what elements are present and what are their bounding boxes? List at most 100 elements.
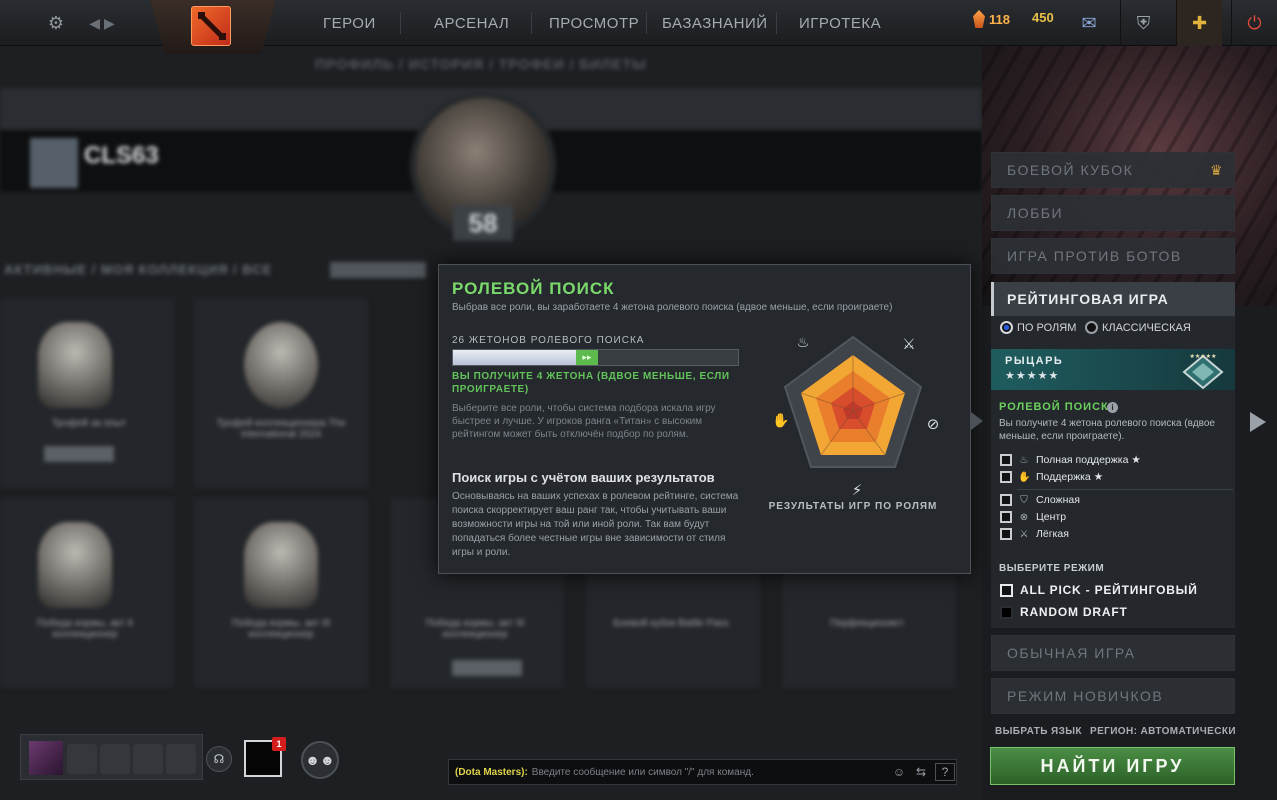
hard-support-icon: ♨	[797, 335, 810, 351]
lobby-label: ЛОББИ	[1007, 205, 1064, 221]
role-mid[interactable]: ⊗ Центр	[1000, 511, 1066, 523]
bots-button[interactable]: ИГРА ПРОТИВ БОТОВ	[991, 238, 1235, 274]
trophy-icon: ♛	[1209, 162, 1224, 178]
rank-name: РЫЦАРЬ	[1005, 355, 1064, 367]
party-slot[interactable]	[166, 744, 196, 774]
checkbox[interactable]	[1000, 583, 1013, 597]
find-game-button[interactable]: НАЙТИ ИГРУ	[990, 747, 1235, 785]
dota-logo[interactable]	[191, 6, 231, 46]
mail-icon[interactable]: ✉	[1066, 0, 1112, 46]
dota-client: ПРОФИЛЬ / ИСТОРИЯ / ТРОФЕИ / БИЛЕТЫ CLS6…	[0, 0, 1277, 800]
party-slot[interactable]	[133, 744, 163, 774]
chat-input[interactable]: (Dota Masters): Введите сообщение или си…	[448, 759, 957, 785]
role-divider	[1017, 489, 1233, 490]
shards-value: 118	[989, 11, 1010, 27]
party-avatar[interactable]	[29, 741, 63, 775]
trophy-caption: Победа кормы, акт III коллекционер	[231, 618, 331, 640]
checkbox[interactable]	[1000, 471, 1012, 483]
normal-game-button[interactable]: ОБЫЧНАЯ ИГРА	[991, 635, 1235, 671]
role-hard-support[interactable]: ♨ Полная поддержка ★	[1000, 454, 1141, 466]
trophy-caption: Победа кормы, акт III коллекционер	[425, 618, 525, 640]
expand-arrow-icon[interactable]	[1250, 412, 1266, 432]
checkbox[interactable]	[1000, 494, 1012, 506]
role-label: Центр	[1036, 511, 1067, 523]
shards-counter[interactable]: 118	[973, 10, 1010, 28]
tokens-progress-bar: ▸▸	[452, 349, 739, 366]
radio-classic[interactable]: КЛАССИЧЕСКАЯ	[1085, 321, 1191, 334]
role-search-desc: Вы получите 4 жетона ролевого поиска (вд…	[999, 418, 1215, 442]
newbie-mode-button[interactable]: РЕЖИМ НОВИЧКОВ	[991, 678, 1235, 714]
checkbox[interactable]	[1000, 528, 1012, 540]
tooltip-desc: Выберите все роли, чтобы система подбора…	[452, 403, 716, 440]
nav-arcade[interactable]: ИГРОТЕКА	[799, 0, 881, 46]
tokens-label: 26 ЖЕТОНОВ РОЛЕВОГО ПОИСКА	[452, 335, 645, 346]
role-carry[interactable]: ⚔ Лёгкая	[1000, 528, 1069, 540]
checkbox[interactable]	[1000, 511, 1012, 523]
party-slot[interactable]	[67, 744, 97, 774]
trophy-caption: Боевой кубок Battle Pass	[613, 618, 729, 629]
trophy-button	[44, 446, 114, 462]
region-link[interactable]: РЕГИОН: АВТОМАТИЧЕСКИ	[1090, 726, 1236, 737]
trophy-caption: Перфекционист	[829, 618, 905, 629]
shard-icon	[973, 10, 985, 28]
info-icon[interactable]: i	[1107, 402, 1118, 413]
role-soft-support[interactable]: ✋ Поддержка ★	[1000, 471, 1103, 483]
language-link[interactable]: ВЫБРАТЬ ЯЗЫК	[995, 726, 1082, 737]
rank-stars: ★★★★★	[1005, 370, 1060, 382]
role-search-title: РОЛЕВОЙ ПОИСК	[999, 401, 1109, 413]
lobby-button[interactable]: ЛОББИ	[991, 195, 1235, 231]
mode-random-draft[interactable]: RANDOM DRAFT	[1000, 605, 1128, 619]
nav-arsenal[interactable]: АРСЕНАЛ	[434, 0, 509, 46]
chat-settings-icon[interactable]: ⇆	[911, 763, 931, 781]
gear-icon[interactable]: ⚙	[38, 0, 74, 46]
radio-role-label: ПО РОЛЯМ	[1017, 321, 1077, 334]
ranked-header[interactable]: РЕЙТИНГОВАЯ ИГРА	[991, 282, 1235, 316]
offlane-icon: ⊘	[927, 415, 940, 433]
friends-icon[interactable]: ☻☻	[301, 741, 339, 779]
back-forward-icon[interactable]: ◀▶	[84, 0, 124, 46]
radio-role-queue[interactable]: ПО РОЛЯМ	[1000, 321, 1076, 334]
nav-learn[interactable]: БАЗАЗНАНИЙ	[662, 0, 768, 46]
radio-dot	[1085, 321, 1098, 334]
checkbox[interactable]	[1000, 454, 1012, 466]
nav-watch[interactable]: ПРОСМОТР	[549, 0, 639, 46]
mode-title: ВЫБЕРИТЕ РЕЖИМ	[999, 563, 1105, 574]
role-offlane[interactable]: ⛉ Сложная	[1000, 494, 1080, 506]
role-label: Лёгкая	[1036, 528, 1069, 540]
trophy-caption: Трофей коллекционера The International 2…	[216, 418, 346, 440]
soft-support-icon: ✋	[772, 412, 789, 429]
player-avatar	[30, 138, 78, 188]
chat-placeholder: Введите сообщение или символ "/" для ком…	[531, 766, 754, 778]
chat-channel: (Dota Masters):	[455, 766, 528, 778]
gold-value: 450	[1032, 10, 1054, 25]
top-bar: ⚙ ◀▶ ГЕРОИ АРСЕНАЛ ПРОСМОТР БАЗАЗНАНИЙ И…	[0, 0, 1277, 54]
nav-separator	[646, 12, 647, 34]
battle-cup-button[interactable]: БОЕВОЙ КУБОК ♛	[991, 152, 1235, 188]
headset-icon[interactable]: ☊	[206, 746, 232, 772]
mode-label: ALL PICK - РЕЙТИНГОВЫЙ	[1020, 583, 1198, 597]
radio-classic-label: КЛАССИЧЕСКАЯ	[1102, 321, 1191, 334]
nav-heroes[interactable]: ГЕРОИ	[323, 0, 376, 46]
party-slot[interactable]	[100, 744, 130, 774]
help-icon[interactable]: ?	[935, 763, 955, 781]
svg-text:★★★★★: ★★★★★	[1190, 353, 1217, 360]
checkbox[interactable]	[1000, 605, 1013, 619]
find-game-label: НАЙТИ ИГРУ	[1040, 755, 1185, 776]
power-icon[interactable]: ⏻	[1231, 0, 1277, 46]
armory-icon[interactable]: ⛨	[1120, 0, 1166, 46]
filter-pill	[330, 262, 426, 278]
tooltip-title: РОЛЕВОЙ ПОИСК	[452, 279, 615, 298]
plus-icon[interactable]: ✚	[1176, 0, 1222, 46]
trophy-caption: Победа кормы, акт II коллекционер	[36, 618, 134, 640]
normal-game-label: ОБЫЧНАЯ ИГРА	[1007, 645, 1136, 661]
progress-fill	[453, 350, 576, 365]
radio-dot	[1000, 321, 1013, 334]
gold-counter: 450	[1032, 10, 1054, 25]
tooltip-subtitle: Выбрав все роли, вы заработаете 4 жетона…	[452, 302, 893, 313]
rank-medal-icon: ★★★★★	[1182, 353, 1224, 390]
mode-all-pick[interactable]: ALL PICK - РЕЙТИНГОВЫЙ	[1000, 583, 1198, 597]
collection-filters: АКТИВНЫЕ / МОЯ КОЛЛЕКЦИЯ / ВСЕ	[4, 262, 273, 277]
nav-separator	[400, 12, 401, 34]
emoji-icon[interactable]: ☺	[889, 763, 909, 781]
trophy-icon	[38, 522, 112, 608]
